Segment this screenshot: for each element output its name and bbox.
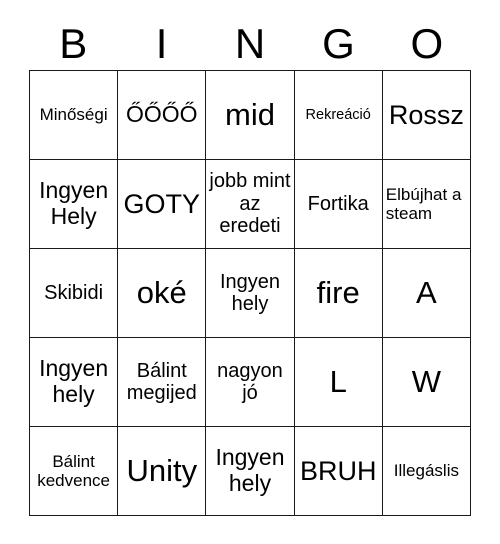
bingo-cell[interactable]: nagyon jó (206, 338, 295, 427)
bingo-cell-label: Rekreáció (305, 106, 371, 123)
bingo-cell-label: ŐŐŐŐ (126, 101, 198, 128)
bingo-cell[interactable]: jobb mint az eredeti (206, 160, 295, 249)
bingo-cell[interactable]: GOTY (118, 160, 207, 249)
bingo-cell[interactable]: Bálint megijed (118, 338, 207, 427)
bingo-cell[interactable]: Unity (118, 427, 207, 516)
bingo-cell[interactable]: BRUH (294, 427, 383, 516)
bingo-header-letter-n: N (234, 20, 266, 67)
bingo-cell-label: W (411, 363, 442, 399)
bingo-cell-label: L (329, 363, 347, 399)
bingo-card: B I N G O Minőségi ŐŐŐŐ mid Rekreáció Rossz I… (0, 0, 500, 544)
bingo-cell[interactable]: Ingyen hely (206, 427, 295, 516)
bingo-cell[interactable]: fire (294, 249, 383, 338)
bingo-cell-label: Ingyen hely (39, 355, 109, 407)
bingo-cell[interactable]: oké (118, 249, 207, 338)
bingo-cell[interactable]: Rossz (382, 71, 471, 160)
bingo-cell[interactable]: mid (206, 71, 295, 160)
bingo-cell-label: A (416, 274, 437, 310)
bingo-cell-label: Illegáslis (393, 461, 459, 481)
bingo-cell[interactable]: Minőségi (30, 71, 119, 160)
bingo-cell-label: jobb mint az eredeti (209, 170, 291, 238)
bingo-cell-label: Elbújhat a steam (385, 184, 462, 223)
bingo-cell[interactable]: Ingyen hely (206, 249, 295, 338)
bingo-cell-label: nagyon jó (217, 359, 283, 404)
bingo-cell-label: Ingyen hely (215, 444, 285, 496)
bingo-cell[interactable]: W (382, 338, 471, 427)
bingo-cell-label: Bálint kedvence (37, 451, 110, 490)
bingo-header-letter-b: B (59, 20, 88, 67)
bingo-cell-label: Minőségi (39, 105, 108, 125)
bingo-cell-label: Unity (126, 452, 198, 488)
bingo-cell[interactable]: Fortika (294, 160, 383, 249)
bingo-header-letter-g: G (322, 20, 355, 67)
bingo-cell-label: oké (136, 274, 187, 310)
bingo-cell[interactable]: L (294, 338, 383, 427)
bingo-cell[interactable]: Rekreáció (294, 71, 383, 160)
bingo-cell-label: Rossz (388, 99, 464, 130)
bingo-cell-label: Bálint megijed (126, 359, 197, 404)
bingo-cell[interactable]: A (382, 249, 471, 338)
bingo-header-letter-i: I (155, 20, 168, 67)
bingo-cell[interactable]: Ingyen hely (30, 338, 119, 427)
bingo-cell-label: Ingyen hely (219, 270, 281, 315)
bingo-cell[interactable]: Elbújhat a steam (382, 160, 471, 249)
bingo-cell[interactable]: Ingyen Hely (30, 160, 119, 249)
bingo-cell[interactable]: ŐŐŐŐ (118, 71, 207, 160)
bingo-grid: Minőségi ŐŐŐŐ mid Rekreáció Rossz Ingyen Hely… (29, 70, 471, 516)
bingo-header-row: B I N G O (29, 18, 471, 70)
bingo-cell-label: fire (316, 274, 360, 310)
bingo-cell-label: Ingyen Hely (39, 177, 109, 229)
bingo-cell[interactable]: Illegáslis (382, 427, 471, 516)
bingo-cell[interactable]: Bálint kedvence (30, 427, 119, 516)
bingo-cell-label: GOTY (123, 188, 201, 219)
bingo-cell[interactable]: Skibidi (30, 249, 119, 338)
bingo-header-letter-o: O (410, 20, 444, 67)
bingo-cell-label: BRUH (299, 455, 377, 486)
bingo-cell-label: Skibidi (44, 281, 104, 304)
bingo-cell-label: mid (225, 96, 275, 132)
bingo-cell-label: Fortika (307, 192, 369, 215)
